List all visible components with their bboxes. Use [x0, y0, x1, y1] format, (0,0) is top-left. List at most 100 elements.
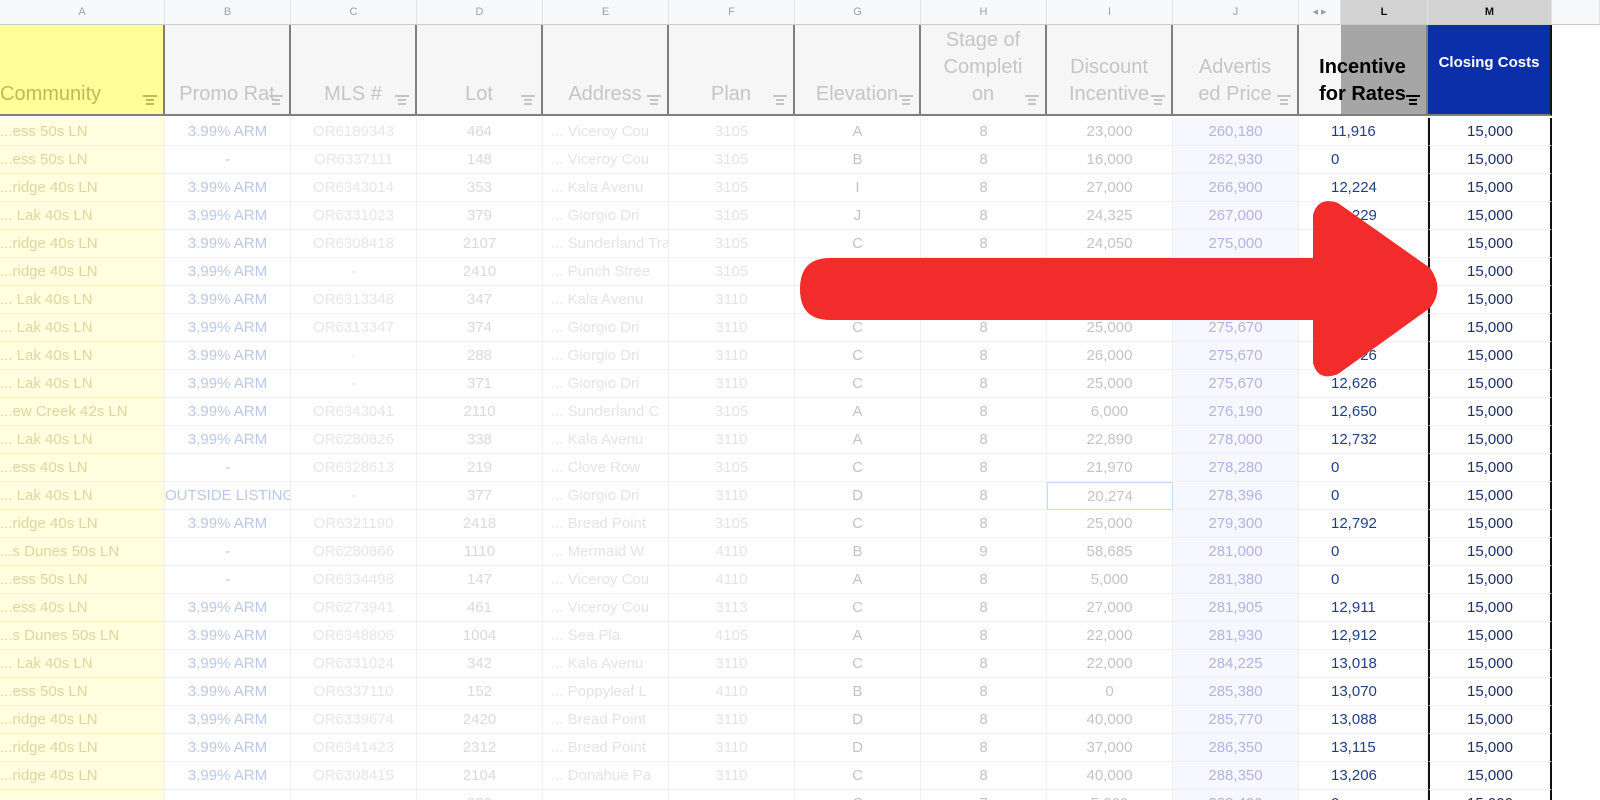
cell-elevation[interactable]: C [795, 790, 921, 800]
cell-advertised-price[interactable]: 275,000 [1173, 230, 1299, 258]
cell-closing-costs[interactable]: 15,000 [1428, 482, 1552, 510]
cell-mls[interactable]: - [291, 342, 417, 370]
cell-address[interactable]: ... Kala Avenu [543, 286, 669, 314]
cell-discount-incentive[interactable]: 25,000 [1047, 510, 1173, 538]
cell-advertised-price[interactable]: 286,350 [1173, 734, 1299, 762]
cell-plan[interactable]: 4110 [669, 678, 795, 706]
cell-stage[interactable]: 8 [921, 314, 1047, 342]
header-incentive-for-rates[interactable]: Incentive for Rates [1299, 25, 1428, 116]
cell-mls[interactable]: OR6313347 [291, 314, 417, 342]
cell-community[interactable]: ...ridge 40s LN [0, 510, 165, 538]
cell-discount-incentive[interactable]: 5,000 [1047, 790, 1173, 800]
cell-elevation[interactable]: D [795, 482, 921, 510]
cell-address[interactable]: ... Sunderland Tra [543, 230, 669, 258]
cell-closing-costs[interactable]: 15,000 [1428, 762, 1552, 790]
cell-address[interactable]: ... Giorgio Dri [543, 314, 669, 342]
cell-advertised-price[interactable]: 281,380 [1173, 566, 1299, 594]
cell-advertised-price[interactable]: 281,000 [1173, 538, 1299, 566]
cell-discount-incentive[interactable]: 58,685 [1047, 538, 1173, 566]
cell-plan[interactable]: 4105 [669, 622, 795, 650]
cell-promo-rate[interactable]: 3.99% ARM [165, 314, 291, 342]
cell-plan[interactable]: 4110 [669, 538, 795, 566]
header-address[interactable]: Address [543, 25, 669, 116]
cell-community[interactable]: ...ess 40s LN [0, 594, 165, 622]
cell-community[interactable]: ...ridge 40s LN [0, 258, 165, 286]
cell-mls[interactable] [291, 790, 417, 800]
cell-advertised-price[interactable]: 288,350 [1173, 762, 1299, 790]
cell-incentive-for-rates[interactable] [1299, 258, 1428, 286]
cell-stage[interactable]: 8 [921, 622, 1047, 650]
cell-mls[interactable]: OR6337111 [291, 146, 417, 174]
cell-mls[interactable]: OR6343014 [291, 174, 417, 202]
cell-community[interactable]: ...s Dunes 50s LN [0, 538, 165, 566]
column-header-g[interactable]: G [795, 0, 921, 25]
header-promo-rate[interactable]: Promo Rat [165, 25, 291, 116]
cell-plan[interactable]: 3105 [669, 258, 795, 286]
cell-lot[interactable]: 379 [417, 202, 543, 230]
cell-incentive-for-rates[interactable] [1299, 286, 1428, 314]
column-header-l[interactable]: L [1341, 0, 1428, 25]
cell-elevation[interactable]: C [795, 594, 921, 622]
cell-plan[interactable]: 4110 [669, 566, 795, 594]
cell-closing-costs[interactable]: 15,000 [1428, 426, 1552, 454]
cell-discount-incentive[interactable]: 21,970 [1047, 454, 1173, 482]
cell-stage[interactable]: 9 [921, 538, 1047, 566]
cell-elevation[interactable]: C [795, 314, 921, 342]
cell-lot[interactable]: 2420 [417, 706, 543, 734]
cell-promo-rate[interactable]: 3.99% ARM [165, 342, 291, 370]
cell-mls[interactable]: - [291, 370, 417, 398]
cell-lot[interactable]: 288 [417, 342, 543, 370]
cell-advertised-price[interactable]: 278,396 [1173, 482, 1299, 510]
cell-address[interactable]: ... Donahue Pa [543, 762, 669, 790]
cell-incentive-for-rates[interactable]: 12,732 [1299, 426, 1428, 454]
cell-mls[interactable]: OR6321190 [291, 510, 417, 538]
cell-closing-costs[interactable]: 15,000 [1428, 706, 1552, 734]
cell-discount-incentive[interactable]: 22,000 [1047, 622, 1173, 650]
cell-lot[interactable]: 353 [417, 174, 543, 202]
cell-promo-rate[interactable] [165, 790, 291, 800]
cell-plan[interactable]: 3110 [669, 734, 795, 762]
cell-mls[interactable]: OR6280826 [291, 426, 417, 454]
cell-community[interactable]: ...ess 50s LN [0, 118, 165, 146]
cell-advertised-price[interactable]: 285,380 [1173, 678, 1299, 706]
cell-address[interactable]: ... Punch Stree [543, 258, 669, 286]
cell-promo-rate[interactable]: OUTSIDE LISTING [165, 482, 291, 510]
cell-plan[interactable]: 3105 [669, 202, 795, 230]
cell-promo-rate[interactable]: - [165, 566, 291, 594]
column-header-n[interactable] [1552, 0, 1600, 25]
cell-plan[interactable]: 3110 [669, 342, 795, 370]
cell-elevation[interactable]: A [795, 118, 921, 146]
cell-promo-rate[interactable]: 3.99% ARM [165, 734, 291, 762]
cell-elevation[interactable]: C [795, 230, 921, 258]
cell-lot[interactable]: 1004 [417, 622, 543, 650]
cell-elevation[interactable]: A [795, 426, 921, 454]
cell-promo-rate[interactable]: 3.99% ARM [165, 762, 291, 790]
cell-community[interactable]: ... Lak 40s LN [0, 342, 165, 370]
cell-closing-costs[interactable]: 15,000 [1428, 370, 1552, 398]
cell-address[interactable]: ... Viceroy Cou [543, 566, 669, 594]
filter-icon[interactable] [1277, 95, 1293, 105]
column-header-h[interactable]: H [921, 0, 1047, 25]
cell-closing-costs[interactable]: 15,000 [1428, 342, 1552, 370]
cell-community[interactable]: ...ridge 40s LN [0, 762, 165, 790]
filter-icon[interactable] [143, 95, 159, 105]
cell-address[interactable]: ... Bread Point [543, 706, 669, 734]
cell-address[interactable]: ... Kala Avenu [543, 650, 669, 678]
cell-address[interactable]: ... Mermaid W [543, 538, 669, 566]
header-elevation[interactable]: Elevation [795, 25, 921, 116]
cell-discount-incentive[interactable]: 20,274 [1047, 482, 1173, 510]
cell-advertised-price[interactable]: 285,770 [1173, 706, 1299, 734]
cell-incentive-for-rates[interactable]: 12,912 [1299, 622, 1428, 650]
cell-closing-costs[interactable]: 15,000 [1428, 734, 1552, 762]
cell-address[interactable]: ... Bread Point [543, 510, 669, 538]
cell-lot[interactable]: 338 [417, 426, 543, 454]
header-lot[interactable]: Lot [417, 25, 543, 116]
cell-elevation[interactable]: C [795, 762, 921, 790]
cell-stage[interactable]: 8 [921, 118, 1047, 146]
cell-closing-costs[interactable]: 15,000 [1428, 174, 1552, 202]
cell-mls[interactable]: - [291, 258, 417, 286]
filter-icon[interactable] [647, 95, 663, 105]
cell-elevation[interactable]: A [795, 622, 921, 650]
filter-icon[interactable] [395, 95, 411, 105]
cell-lot[interactable]: 2410 [417, 258, 543, 286]
